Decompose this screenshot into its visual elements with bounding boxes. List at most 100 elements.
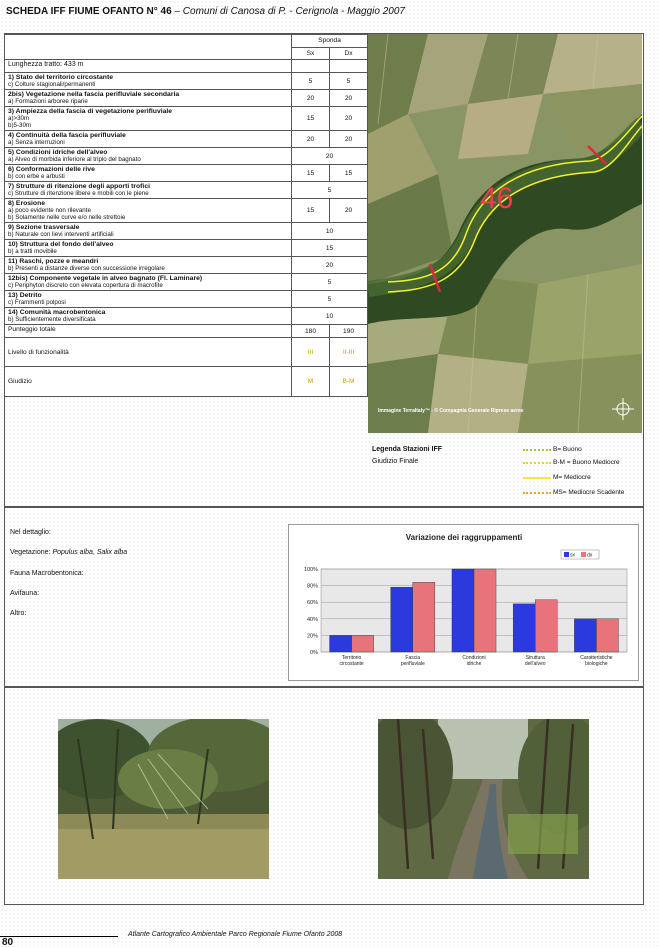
- livello-label: Livello di funzionalità: [4, 337, 292, 367]
- criterion-title: 11) Raschi, pozze e meandri: [8, 258, 99, 265]
- criterion-answer: b) Naturale con lievi interventi artific…: [8, 231, 114, 238]
- criteria-rows: 1) Stato del territorio circostante c) Co…: [4, 72, 368, 325]
- criterion-title: 4) Continuità della fascia perifluviale: [8, 132, 126, 139]
- aerial-map-image: [368, 34, 642, 433]
- bar-dx: [596, 618, 619, 653]
- chart-container: Variazione dei raggruppamenti 0% 20% 40% 60%…: [288, 524, 639, 681]
- page-number: 80: [2, 937, 14, 948]
- criterion-description: 12bis) Componente vegetale in alveo bagn…: [4, 273, 292, 291]
- criterion-answer: b) a tratti movibile: [8, 248, 57, 255]
- criterion-score-dx: 20: [329, 89, 368, 107]
- criterion-description: 6) Conformazioni delle rive b) con erbe e…: [4, 164, 292, 182]
- y-tick-label: 20%: [307, 633, 318, 639]
- criterion-row: 9) Sezione trasversale b) Naturale con li…: [4, 222, 368, 240]
- legend-swatch-icon: [523, 476, 551, 479]
- criterion-score-both: 10: [291, 307, 368, 325]
- x-tick-label: Condizioni idriche: [462, 655, 485, 667]
- punteggio-label: Punteggio totale: [4, 324, 292, 338]
- lunghezza-dx: [329, 59, 368, 73]
- criterion-title: 5) Condizioni idriche dell'alveo: [8, 149, 108, 156]
- criterion-title: 8) Erosione: [8, 200, 46, 207]
- vegetazione-label: Vegetazione:: [10, 549, 53, 556]
- criterion-description: 4) Continuità della fascia perifluviale a…: [4, 130, 292, 148]
- criterion-title: 13) Detrito: [8, 292, 42, 299]
- river-photo-right-image: [378, 719, 589, 879]
- table-corner-cell: [4, 34, 292, 60]
- bar-sx: [329, 635, 352, 653]
- y-tick-label: 100%: [304, 567, 318, 573]
- legend-item-mediocre-scadente: MS= Mediocre Scadente: [523, 489, 624, 496]
- criterion-title: 14) Comunità macrobentonica: [8, 309, 106, 316]
- criterion-score-both: 5: [291, 273, 368, 291]
- detail-altro: Altro:: [10, 610, 27, 617]
- y-tick-label: 0%: [310, 650, 318, 656]
- giudizio-label: Giudizio: [4, 366, 292, 397]
- iff-score-table: Sponda Sx Dx Lunghezza tratto: 433 m 1) …: [4, 34, 368, 397]
- criterion-title: 6) Conformazioni delle rive: [8, 166, 95, 173]
- giudizio-row: Giudizio M B-M: [4, 366, 368, 397]
- lunghezza-label: Lunghezza tratto: 433 m: [4, 59, 292, 73]
- criterion-score-both: 5: [291, 181, 368, 199]
- criterion-row: 2bis) Vegetazione nella fascia perifluvi…: [4, 89, 368, 107]
- legend-item-mediocre: M= Mediocre: [523, 474, 591, 481]
- criterion-description: 7) Strutture di ritenzione degli apporti…: [4, 181, 292, 199]
- criterion-title: 10) Struttura del fondo dell'alveo: [8, 241, 114, 248]
- criterion-row: 11) Raschi, pozze e meandri b) Presenti a…: [4, 256, 368, 274]
- legend-swatch-dx: [581, 552, 586, 557]
- criterion-description: 3) Ampiezza della fascia di vegetazione …: [4, 106, 292, 131]
- legend-item-label: MS= Mediocre Scadente: [553, 489, 625, 496]
- criterion-row: 6) Conformazioni delle rive b) con erbe e…: [4, 164, 368, 182]
- footer-rule: [0, 936, 118, 937]
- criterion-answer-secondary: b) Solamente nelle curve e/o nelle stret…: [8, 214, 126, 221]
- criterion-title: 9) Sezione trasversale: [8, 224, 80, 231]
- page-title-main: SCHEDA IFF FIUME OFANTO N° 46: [6, 6, 172, 17]
- criterion-title: 12bis) Componente vegetale in alveo bagn…: [8, 275, 203, 282]
- detail-vegetazione: Vegetazione: Populus alba, Salix alba: [10, 549, 127, 556]
- criterion-description: 8) Erosione a) poco evidente non rilevant…: [4, 198, 292, 223]
- footer-text: Atlante Cartografico Ambientale Parco Re…: [128, 931, 343, 938]
- criterion-description: 10) Struttura del fondo dell'alveo b) a t…: [4, 239, 292, 257]
- criterion-row: 12bis) Componente vegetale in alveo bagn…: [4, 273, 368, 291]
- criterion-answer: c) Colture stagionali/permanenti: [8, 81, 96, 88]
- criterion-answer: a) Alveo di morbida inferiore al triplo …: [8, 156, 141, 163]
- criterion-answer: c) Strutture di ritenzione libere e mobi…: [8, 190, 149, 197]
- criterion-title: 3) Ampiezza della fascia di vegetazione …: [8, 108, 173, 115]
- criterion-row: 5) Condizioni idriche dell'alveo a) Alveo…: [4, 147, 368, 165]
- criterion-description: 9) Sezione trasversale b) Naturale con li…: [4, 222, 292, 240]
- river-photo-left-image: [58, 719, 269, 879]
- criterion-row: 8) Erosione a) poco evidente non rilevant…: [4, 198, 368, 223]
- giudizio-dx: B-M: [329, 366, 368, 397]
- chart-title: Variazione dei raggruppamenti: [406, 533, 522, 542]
- criterion-score-dx: 20: [329, 106, 368, 131]
- legend-item-label: M= Mediocre: [553, 474, 591, 481]
- criterion-answer: b) con erbe e arbusti: [8, 173, 65, 180]
- criterion-row: 1) Stato del territorio circostante c) Co…: [4, 72, 368, 90]
- legend-swatch-icon: [523, 461, 551, 464]
- bar-sx: [390, 587, 413, 653]
- bar-chart: Variazione dei raggruppamenti 0% 20% 40% 60%…: [304, 533, 628, 667]
- y-tick-label: 80%: [307, 584, 318, 590]
- legend-item-buono: B= Buono: [523, 446, 582, 453]
- criterion-title: 7) Strutture di ritenzione degli apporti…: [8, 183, 150, 190]
- criterion-row: 14) Comunità macrobentonica b) Sufficient…: [4, 307, 368, 325]
- criterion-row: 13) Detrito c) Frammenti polposi 5: [4, 290, 368, 308]
- legend-swatch-icon: [523, 491, 551, 494]
- criterion-score-dx: 20: [329, 198, 368, 223]
- legend-item-label: B= Buono: [553, 446, 582, 453]
- bar-dx: [351, 635, 374, 653]
- y-tick-label: 60%: [307, 600, 318, 606]
- map-credit: Immagine TerraItaly™ - © Compagnia Gener…: [378, 408, 524, 414]
- criterion-score-both: 15: [291, 239, 368, 257]
- criterion-answer: c) Frammenti polposi: [8, 299, 66, 306]
- livello-dx: II-III: [329, 337, 368, 367]
- page-title-location: – Comuni di Canosa di P. - Cerignola - M…: [171, 6, 405, 17]
- criterion-score-sx: 15: [291, 106, 330, 131]
- criterion-answer: a) poco evidente non rilevante: [8, 207, 91, 214]
- criterion-answer: b) Sufficientemente diversificata: [8, 316, 96, 323]
- detail-avifauna: Avifauna:: [10, 590, 40, 597]
- dx-header: Dx: [329, 46, 368, 60]
- giudizio-sx: M: [291, 366, 330, 397]
- x-tick-label: Caratteristiche biologiche: [580, 655, 612, 667]
- legend-title: Legenda Stazioni IFF: [372, 446, 443, 453]
- criterion-score-dx: 5: [329, 72, 368, 90]
